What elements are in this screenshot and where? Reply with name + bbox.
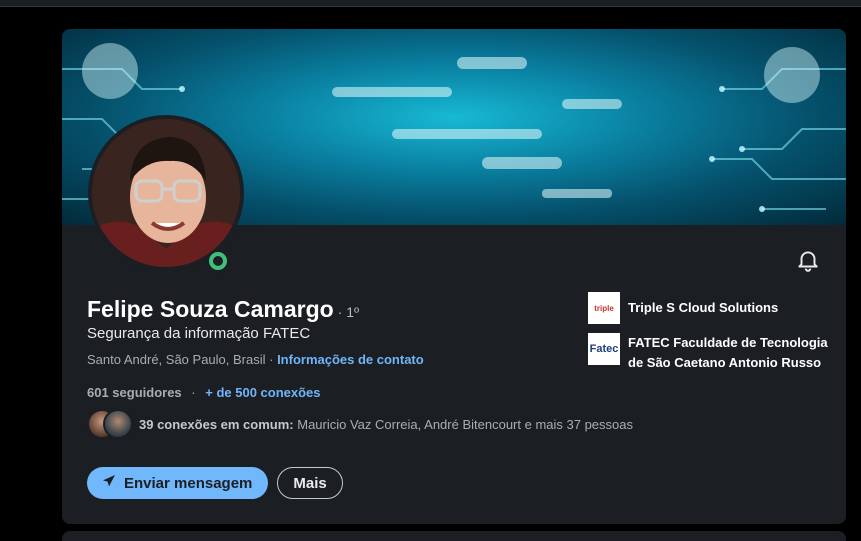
experience-item-fatec[interactable]: Fatec FATEC Faculdade de Tecnologia de S… — [588, 333, 828, 373]
mutual-connections[interactable]: 39 conexões em comum: Mauricio Vaz Corre… — [87, 409, 633, 439]
school-name: FATEC Faculdade de Tecnologia de São Cae… — [628, 335, 828, 370]
mutual-connections-count: 39 conexões em comum: — [139, 416, 294, 432]
online-status-indicator — [206, 249, 230, 273]
profile-photo — [92, 119, 240, 267]
top-bar — [0, 0, 861, 7]
profile-headline: Segurança da informação FATEC — [87, 325, 311, 342]
connection-degree: · 1º — [337, 304, 360, 320]
send-message-label: Enviar mensagem — [124, 474, 253, 492]
send-icon — [101, 473, 117, 493]
company-name: Triple S Cloud Solutions — [628, 300, 779, 315]
bell-icon[interactable] — [795, 247, 821, 273]
stats-row: 601 seguidores · + de 500 conexões — [87, 385, 321, 400]
profile-actions: Enviar mensagem Mais — [87, 467, 343, 499]
followers-count: 601 seguidores — [87, 385, 182, 400]
mutual-connections-text: 39 conexões em comum: Mauricio Vaz Corre… — [139, 417, 633, 432]
contact-info-link[interactable]: Informações de contato — [277, 352, 424, 367]
company-logo: triple — [588, 292, 620, 324]
connections-link[interactable]: + de 500 conexões — [205, 385, 320, 400]
experience-item-triple-s[interactable]: triple Triple S Cloud Solutions — [588, 292, 828, 324]
profile-location: Santo André, São Paulo, Brasil · — [87, 352, 278, 367]
school-logo: Fatec — [588, 333, 620, 365]
stats-separator: · — [191, 385, 196, 400]
send-message-button[interactable]: Enviar mensagem — [87, 467, 269, 499]
next-section-card — [62, 531, 846, 541]
profile-card: Felipe Souza Camargo · 1º Segurança da i… — [62, 29, 846, 524]
experience-summary: triple Triple S Cloud Solutions Fatec FA… — [588, 292, 828, 382]
profile-name: Felipe Souza Camargo — [87, 296, 334, 322]
avatar — [103, 409, 133, 439]
location-row: Santo André, São Paulo, Brasil · Informa… — [87, 352, 424, 367]
mutual-connections-names: Mauricio Vaz Correia, André Bitencourt e… — [293, 416, 633, 432]
profile-avatar[interactable] — [88, 115, 244, 271]
more-button[interactable]: Mais — [277, 467, 343, 499]
mutual-avatars — [87, 409, 133, 439]
name-row: Felipe Souza Camargo · 1º — [87, 296, 359, 323]
